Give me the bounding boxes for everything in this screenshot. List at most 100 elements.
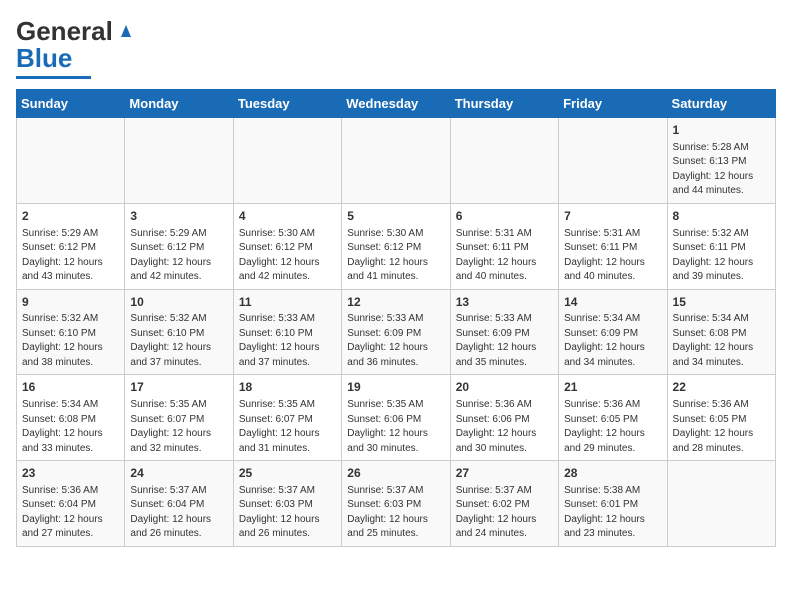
calendar-week-row: 1 Sunrise: 5:28 AM Sunset: 6:13 PM Daylig… <box>17 118 776 204</box>
calendar-day-cell <box>17 118 125 204</box>
calendar-day-cell: 6 Sunrise: 5:31 AM Sunset: 6:11 PM Daylig… <box>450 203 558 289</box>
day-info: Sunrise: 5:37 AM Sunset: 6:02 PM Dayligh… <box>456 484 553 542</box>
calendar-header-row: SundayMondayTuesdayWednesdayThursdayFrid… <box>17 90 776 118</box>
calendar-day-cell: 20 Sunrise: 5:36 AM Sunset: 6:06 PM Dayli… <box>450 375 558 461</box>
day-number: 27 <box>456 465 553 482</box>
day-of-week-header: Saturday <box>667 90 775 118</box>
day-info: Sunrise: 5:32 AM Sunset: 6:11 PM Dayligh… <box>673 227 770 285</box>
calendar-day-cell: 21 Sunrise: 5:36 AM Sunset: 6:05 PM Dayli… <box>559 375 667 461</box>
day-info: Sunrise: 5:29 AM Sunset: 6:12 PM Dayligh… <box>130 227 227 285</box>
day-info: Sunrise: 5:37 AM Sunset: 6:03 PM Dayligh… <box>239 484 336 542</box>
day-number: 17 <box>130 379 227 396</box>
day-number: 5 <box>347 208 444 225</box>
day-info: Sunrise: 5:37 AM Sunset: 6:03 PM Dayligh… <box>347 484 444 542</box>
day-number: 7 <box>564 208 661 225</box>
calendar-day-cell: 24 Sunrise: 5:37 AM Sunset: 6:04 PM Dayli… <box>125 461 233 547</box>
day-of-week-header: Tuesday <box>233 90 341 118</box>
calendar-week-row: 2 Sunrise: 5:29 AM Sunset: 6:12 PM Daylig… <box>17 203 776 289</box>
calendar-day-cell: 10Sunrise: 5:32 AM Sunset: 6:10 PM Dayli… <box>125 289 233 375</box>
calendar-day-cell: 27 Sunrise: 5:37 AM Sunset: 6:02 PM Dayli… <box>450 461 558 547</box>
calendar-day-cell: 4 Sunrise: 5:30 AM Sunset: 6:12 PM Daylig… <box>233 203 341 289</box>
calendar-day-cell: 15Sunrise: 5:34 AM Sunset: 6:08 PM Dayli… <box>667 289 775 375</box>
calendar-day-cell: 5Sunrise: 5:30 AM Sunset: 6:12 PM Daylig… <box>342 203 450 289</box>
day-info: Sunrise: 5:37 AM Sunset: 6:04 PM Dayligh… <box>130 484 227 542</box>
day-number: 2 <box>22 208 119 225</box>
day-number: 6 <box>456 208 553 225</box>
calendar-week-row: 16 Sunrise: 5:34 AM Sunset: 6:08 PM Dayli… <box>17 375 776 461</box>
calendar-day-cell: 11Sunrise: 5:33 AM Sunset: 6:10 PM Dayli… <box>233 289 341 375</box>
calendar-day-cell: 25 Sunrise: 5:37 AM Sunset: 6:03 PM Dayli… <box>233 461 341 547</box>
day-number: 16 <box>22 379 119 396</box>
day-info: Sunrise: 5:36 AM Sunset: 6:05 PM Dayligh… <box>673 398 770 456</box>
day-number: 1 <box>673 122 770 139</box>
day-number: 23 <box>22 465 119 482</box>
calendar-table: SundayMondayTuesdayWednesdayThursdayFrid… <box>16 89 776 547</box>
day-of-week-header: Sunday <box>17 90 125 118</box>
day-info: Sunrise: 5:34 AM Sunset: 6:08 PM Dayligh… <box>22 398 119 456</box>
day-info: Sunrise: 5:34 AM Sunset: 6:08 PM Dayligh… <box>673 312 770 370</box>
day-number: 12 <box>347 294 444 311</box>
logo-triangle-icon <box>115 19 137 41</box>
day-info: Sunrise: 5:31 AM Sunset: 6:11 PM Dayligh… <box>564 227 661 285</box>
day-number: 22 <box>673 379 770 396</box>
calendar-day-cell: 26 Sunrise: 5:37 AM Sunset: 6:03 PM Dayli… <box>342 461 450 547</box>
day-number: 11 <box>239 294 336 311</box>
day-info: Sunrise: 5:31 AM Sunset: 6:11 PM Dayligh… <box>456 227 553 285</box>
day-info: Sunrise: 5:35 AM Sunset: 6:07 PM Dayligh… <box>130 398 227 456</box>
day-info: Sunrise: 5:34 AM Sunset: 6:09 PM Dayligh… <box>564 312 661 370</box>
day-of-week-header: Thursday <box>450 90 558 118</box>
day-info: Sunrise: 5:28 AM Sunset: 6:13 PM Dayligh… <box>673 141 770 199</box>
day-number: 4 <box>239 208 336 225</box>
page-header: General Blue <box>16 16 776 79</box>
day-number: 18 <box>239 379 336 396</box>
day-number: 15 <box>673 294 770 311</box>
calendar-day-cell <box>342 118 450 204</box>
day-number: 9 <box>22 294 119 311</box>
calendar-day-cell: 2Sunrise: 5:29 AM Sunset: 6:12 PM Daylig… <box>17 203 125 289</box>
calendar-week-row: 23 Sunrise: 5:36 AM Sunset: 6:04 PM Dayli… <box>17 461 776 547</box>
day-number: 14 <box>564 294 661 311</box>
calendar-day-cell <box>450 118 558 204</box>
calendar-day-cell: 13Sunrise: 5:33 AM Sunset: 6:09 PM Dayli… <box>450 289 558 375</box>
day-number: 21 <box>564 379 661 396</box>
day-info: Sunrise: 5:32 AM Sunset: 6:10 PM Dayligh… <box>130 312 227 370</box>
calendar-day-cell <box>667 461 775 547</box>
day-info: Sunrise: 5:33 AM Sunset: 6:10 PM Dayligh… <box>239 312 336 370</box>
day-info: Sunrise: 5:38 AM Sunset: 6:01 PM Dayligh… <box>564 484 661 542</box>
calendar-day-cell: 17 Sunrise: 5:35 AM Sunset: 6:07 PM Dayli… <box>125 375 233 461</box>
day-info: Sunrise: 5:36 AM Sunset: 6:05 PM Dayligh… <box>564 398 661 456</box>
calendar-day-cell: 23 Sunrise: 5:36 AM Sunset: 6:04 PM Dayli… <box>17 461 125 547</box>
calendar-day-cell: 18 Sunrise: 5:35 AM Sunset: 6:07 PM Dayli… <box>233 375 341 461</box>
calendar-day-cell: 28Sunrise: 5:38 AM Sunset: 6:01 PM Dayli… <box>559 461 667 547</box>
day-number: 13 <box>456 294 553 311</box>
calendar-day-cell: 14Sunrise: 5:34 AM Sunset: 6:09 PM Dayli… <box>559 289 667 375</box>
day-info: Sunrise: 5:35 AM Sunset: 6:06 PM Dayligh… <box>347 398 444 456</box>
calendar-day-cell: 22 Sunrise: 5:36 AM Sunset: 6:05 PM Dayli… <box>667 375 775 461</box>
calendar-day-cell: 7 Sunrise: 5:31 AM Sunset: 6:11 PM Daylig… <box>559 203 667 289</box>
calendar-day-cell: 19Sunrise: 5:35 AM Sunset: 6:06 PM Dayli… <box>342 375 450 461</box>
day-info: Sunrise: 5:36 AM Sunset: 6:06 PM Dayligh… <box>456 398 553 456</box>
day-info: Sunrise: 5:33 AM Sunset: 6:09 PM Dayligh… <box>456 312 553 370</box>
calendar-day-cell: 16 Sunrise: 5:34 AM Sunset: 6:08 PM Dayli… <box>17 375 125 461</box>
day-number: 25 <box>239 465 336 482</box>
logo-underline <box>16 76 91 79</box>
day-info: Sunrise: 5:35 AM Sunset: 6:07 PM Dayligh… <box>239 398 336 456</box>
day-info: Sunrise: 5:33 AM Sunset: 6:09 PM Dayligh… <box>347 312 444 370</box>
day-number: 10 <box>130 294 227 311</box>
calendar-week-row: 9Sunrise: 5:32 AM Sunset: 6:10 PM Daylig… <box>17 289 776 375</box>
day-of-week-header: Wednesday <box>342 90 450 118</box>
day-number: 24 <box>130 465 227 482</box>
calendar-day-cell <box>233 118 341 204</box>
calendar-day-cell: 9Sunrise: 5:32 AM Sunset: 6:10 PM Daylig… <box>17 289 125 375</box>
day-number: 3 <box>130 208 227 225</box>
day-number: 26 <box>347 465 444 482</box>
day-info: Sunrise: 5:30 AM Sunset: 6:12 PM Dayligh… <box>239 227 336 285</box>
logo-blue-text: Blue <box>16 43 72 74</box>
calendar-day-cell: 12Sunrise: 5:33 AM Sunset: 6:09 PM Dayli… <box>342 289 450 375</box>
logo: General Blue <box>16 16 137 79</box>
day-number: 20 <box>456 379 553 396</box>
calendar-day-cell <box>125 118 233 204</box>
calendar-day-cell: 8Sunrise: 5:32 AM Sunset: 6:11 PM Daylig… <box>667 203 775 289</box>
day-info: Sunrise: 5:36 AM Sunset: 6:04 PM Dayligh… <box>22 484 119 542</box>
day-info: Sunrise: 5:32 AM Sunset: 6:10 PM Dayligh… <box>22 312 119 370</box>
